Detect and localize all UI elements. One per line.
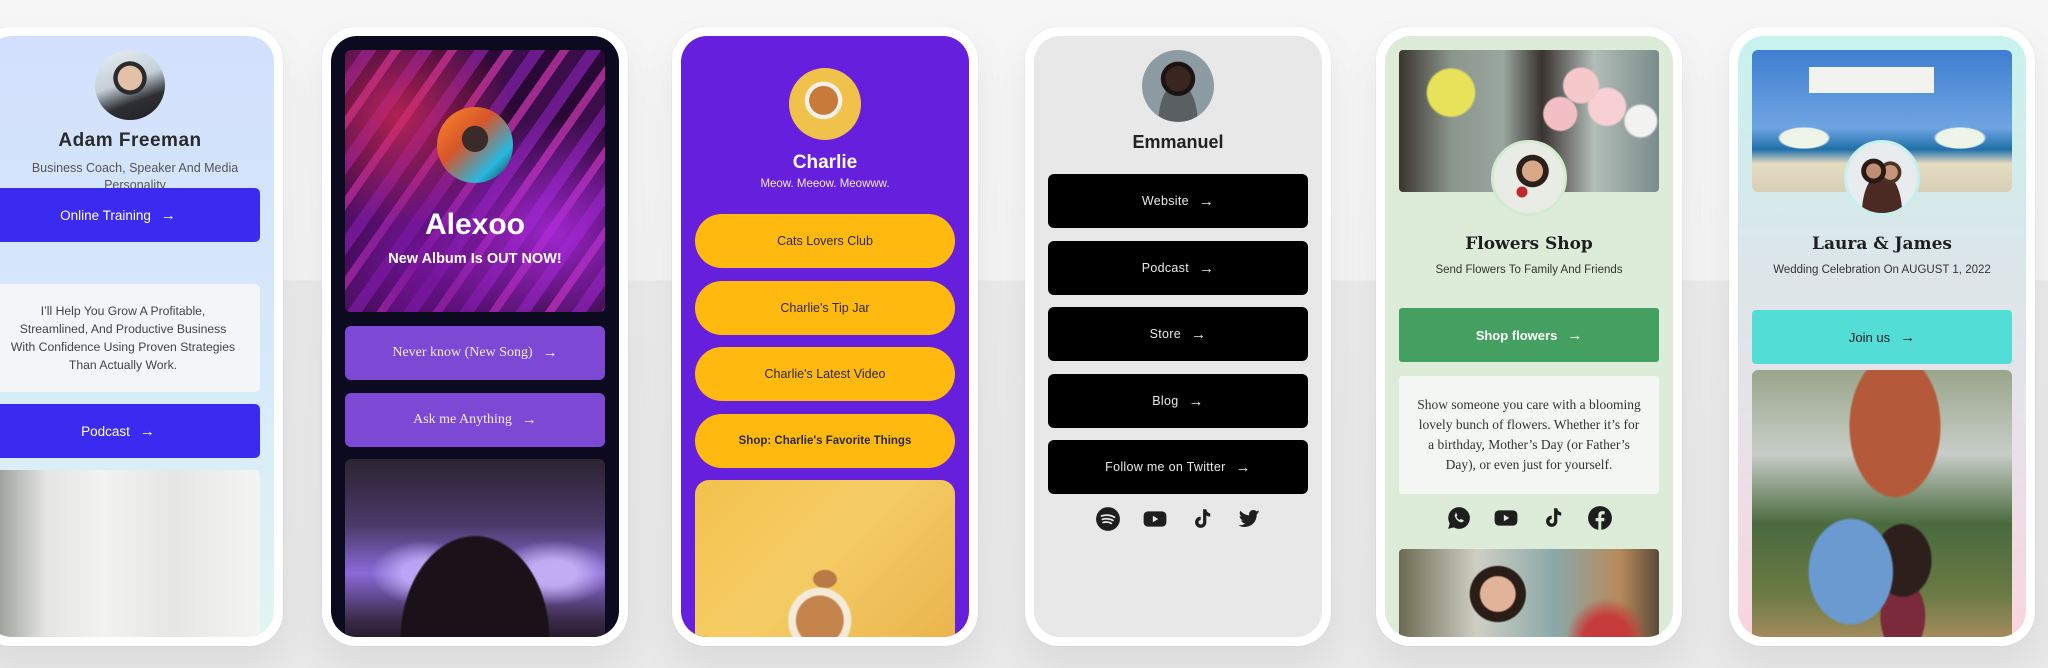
profile-avatar bbox=[95, 50, 165, 120]
arrow-right-icon: → bbox=[139, 422, 155, 440]
profile-name: Charlie bbox=[792, 152, 858, 173]
link-label: Online Training bbox=[60, 207, 151, 223]
profile-screen: Adam Freeman Business Coach, Speaker And… bbox=[0, 36, 274, 637]
profile-name: Alexoo bbox=[424, 208, 526, 241]
link-button-website[interactable]: Website → bbox=[1048, 174, 1308, 228]
link-button-online-training[interactable]: Online Training → bbox=[0, 188, 260, 242]
arrow-right-icon: → bbox=[1191, 325, 1207, 343]
link-label: Podcast bbox=[1141, 261, 1189, 275]
link-label: Never know (New Song) bbox=[392, 345, 533, 360]
link-button-ask-me-anything[interactable]: Ask me Anything → bbox=[345, 393, 605, 447]
link-button-never-know[interactable]: Never know (New Song) → bbox=[345, 326, 605, 380]
profile-screen: Flowers Shop Send Flowers To Family And … bbox=[1385, 36, 1673, 637]
cat-photo bbox=[695, 480, 955, 637]
arrow-right-icon: → bbox=[1235, 458, 1251, 476]
profile-avatar bbox=[789, 68, 861, 140]
profile-tagline: New Album Is OUT NOW! bbox=[388, 251, 562, 267]
link-label: Follow me on Twitter bbox=[1105, 460, 1226, 474]
quote-text-block: I’ll Help You Grow A Profitable, Streaml… bbox=[0, 284, 260, 392]
link-button-tip-jar[interactable]: Charlie's Tip Jar bbox=[695, 281, 955, 335]
link-button-twitter[interactable]: Follow me on Twitter → bbox=[1048, 440, 1308, 494]
link-label: Join us bbox=[1848, 329, 1891, 345]
hero-banner: Alexoo New Album Is OUT NOW! bbox=[345, 50, 605, 312]
link-button-blog[interactable]: Blog → bbox=[1048, 374, 1308, 428]
link-button-shop[interactable]: Shop: Charlie's Favorite Things bbox=[695, 414, 955, 468]
link-label: Store bbox=[1149, 327, 1182, 341]
arrow-right-icon: → bbox=[160, 206, 176, 224]
arrow-right-icon: → bbox=[1198, 192, 1215, 210]
phone-frame-adam-freeman: Adam Freeman Business Coach, Speaker And… bbox=[0, 27, 283, 646]
arrow-right-icon: → bbox=[521, 411, 537, 428]
arrow-right-icon: → bbox=[1900, 328, 1916, 346]
profile-avatar bbox=[1491, 140, 1567, 216]
facebook-icon[interactable] bbox=[1586, 504, 1613, 531]
profile-name: Emmanuel bbox=[1132, 132, 1224, 152]
arrow-right-icon: → bbox=[1188, 392, 1204, 410]
description-text-block: Show someone you care with a blooming lo… bbox=[1399, 376, 1659, 494]
profile-name: Adam Freeman bbox=[58, 130, 202, 151]
link-button-podcast[interactable]: Podcast → bbox=[1048, 241, 1308, 295]
link-label: Website bbox=[1141, 194, 1189, 208]
profile-name: Laura & James bbox=[1812, 234, 1952, 254]
link-button-store[interactable]: Store → bbox=[1048, 307, 1308, 361]
twitter-icon[interactable] bbox=[1235, 505, 1262, 532]
profile-avatar bbox=[1142, 50, 1214, 122]
profile-avatar bbox=[1844, 140, 1920, 216]
profile-screen: Alexoo New Album Is OUT NOW! Never know … bbox=[331, 36, 619, 637]
link-button-join-us[interactable]: Join us → bbox=[1752, 310, 2012, 364]
phone-frame-charlie: Charlie Meow. Meeow. Meowww. Cats Lovers… bbox=[672, 27, 978, 646]
profile-name: Flowers Shop bbox=[1465, 234, 1593, 254]
tiktok-icon[interactable] bbox=[1188, 505, 1215, 532]
link-label: Shop flowers bbox=[1475, 327, 1558, 343]
tiktok-icon[interactable] bbox=[1539, 504, 1566, 531]
profile-screen: Emmanuel Website → Podcast → Store → Blo… bbox=[1034, 36, 1322, 637]
link-button-shop-flowers[interactable]: Shop flowers → bbox=[1399, 308, 1659, 362]
social-icons-row bbox=[1385, 504, 1673, 531]
featured-photo bbox=[0, 470, 260, 637]
phone-frame-emmanuel: Emmanuel Website → Podcast → Store → Blo… bbox=[1025, 27, 1331, 646]
youtube-icon[interactable] bbox=[1141, 505, 1168, 532]
profile-tagline: Meow. Meeow. Meowww. bbox=[760, 178, 890, 190]
link-label: Cats Lovers Club bbox=[777, 234, 873, 248]
phone-frame-alexoo: Alexoo New Album Is OUT NOW! Never know … bbox=[322, 27, 628, 646]
wedding-arch bbox=[1809, 67, 1934, 93]
arrow-right-icon: → bbox=[1198, 259, 1215, 277]
spotify-icon[interactable] bbox=[1094, 505, 1121, 532]
profile-tagline: Send Flowers To Family And Friends bbox=[1435, 264, 1623, 276]
link-button-podcast[interactable]: Podcast → bbox=[0, 404, 260, 458]
profile-tagline: Wedding Celebration On AUGUST 1, 2022 bbox=[1773, 264, 1991, 276]
social-icons-row bbox=[1034, 505, 1322, 532]
arrow-right-icon: → bbox=[542, 344, 558, 361]
couple-photo bbox=[1752, 370, 2012, 637]
arrow-right-icon: → bbox=[1567, 326, 1583, 344]
phone-frame-laura-james: Laura & James Wedding Celebration On AUG… bbox=[1729, 27, 2035, 646]
link-label: Shop: Charlie's Favorite Things bbox=[738, 435, 912, 447]
link-label: Ask me Anything bbox=[413, 412, 512, 427]
profile-screen: Charlie Meow. Meeow. Meowww. Cats Lovers… bbox=[681, 36, 969, 637]
concert-photo bbox=[345, 459, 605, 637]
phone-frame-flowers-shop: Flowers Shop Send Flowers To Family And … bbox=[1376, 27, 1682, 646]
link-button-cats-lovers-club[interactable]: Cats Lovers Club bbox=[695, 214, 955, 268]
youtube-icon[interactable] bbox=[1492, 504, 1519, 531]
link-label: Podcast bbox=[81, 423, 130, 439]
link-label: Charlie's Tip Jar bbox=[780, 301, 870, 315]
link-label: Charlie's Latest Video bbox=[764, 367, 886, 381]
link-label: Blog bbox=[1152, 394, 1179, 408]
profile-avatar bbox=[437, 107, 513, 183]
profile-screen: Laura & James Wedding Celebration On AUG… bbox=[1738, 36, 2026, 637]
link-button-latest-video[interactable]: Charlie's Latest Video bbox=[695, 347, 955, 401]
shop-photo bbox=[1399, 549, 1659, 637]
whatsapp-icon[interactable] bbox=[1445, 504, 1472, 531]
